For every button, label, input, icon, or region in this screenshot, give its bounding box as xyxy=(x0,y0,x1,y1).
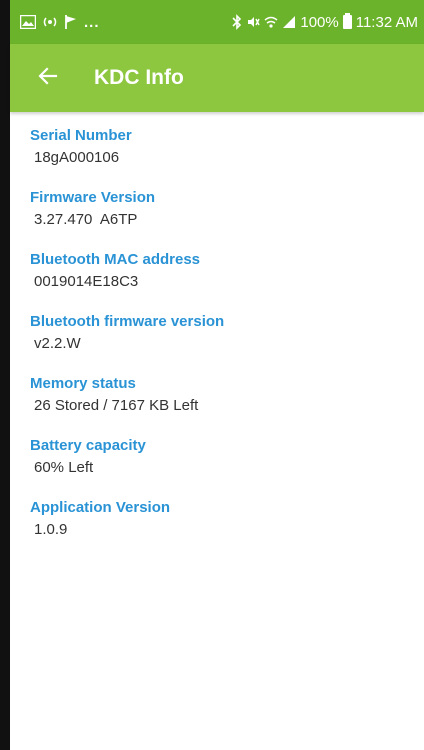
battery-percent: 100% xyxy=(300,13,339,31)
info-label: Memory status xyxy=(30,375,136,392)
info-value: 1.0.9 xyxy=(34,521,68,538)
screen: ... 100% 11:32 AM KDC Info Serial Number… xyxy=(0,0,424,750)
info-item-bluetooth-firmware: Bluetooth firmware version v2.2.W xyxy=(30,312,414,374)
info-value: v2.2.W xyxy=(34,335,81,352)
info-label: Bluetooth MAC address xyxy=(30,251,201,268)
info-label: Battery capacity xyxy=(30,437,146,454)
status-time: 11:32 AM xyxy=(355,13,418,31)
wifi-icon xyxy=(264,14,278,30)
status-left: ... xyxy=(20,14,100,31)
info-value: 26 Stored / 7167 KB Left xyxy=(34,397,199,414)
battery-icon xyxy=(342,13,352,29)
info-item-memory-status: Memory status 26 Stored / 7167 KB Left xyxy=(30,374,414,436)
signal-icon xyxy=(282,14,296,30)
hotspot-icon xyxy=(42,14,58,30)
image-icon xyxy=(20,14,36,30)
page-title: KDC Info xyxy=(94,66,184,89)
info-value: 18gA000106 xyxy=(34,149,120,166)
info-item-application-version: Application Version 1.0.9 xyxy=(30,498,414,560)
notification-overflow-dots: ... xyxy=(84,13,100,31)
info-value: 60% Left xyxy=(34,459,94,476)
info-label: Firmware Version xyxy=(30,189,156,206)
info-item-serial-number: Serial Number 18gA000106 xyxy=(30,126,414,188)
info-item-bluetooth-mac: Bluetooth MAC address 0019014E18C3 xyxy=(30,250,414,312)
status-bar: ... 100% 11:32 AM xyxy=(10,0,424,44)
back-button[interactable] xyxy=(24,54,72,102)
bluetooth-icon xyxy=(232,14,242,30)
info-item-battery-capacity: Battery capacity 60% Left xyxy=(30,436,414,498)
info-label: Application Version xyxy=(30,499,171,516)
flag-icon xyxy=(64,14,78,30)
info-value: 3.27.470 A6TP xyxy=(34,211,138,228)
app-bar: KDC Info xyxy=(10,44,424,112)
mute-icon xyxy=(246,14,260,30)
info-label: Bluetooth firmware version xyxy=(30,313,225,330)
status-right: 100% 11:32 AM xyxy=(232,13,418,31)
info-list: Serial Number 18gA000106 Firmware Versio… xyxy=(30,126,414,560)
info-label: Serial Number xyxy=(30,127,132,144)
info-item-firmware-version: Firmware Version 3.27.470 A6TP xyxy=(30,188,414,250)
arrow-back-icon xyxy=(38,66,58,91)
info-value: 0019014E18C3 xyxy=(34,273,139,290)
